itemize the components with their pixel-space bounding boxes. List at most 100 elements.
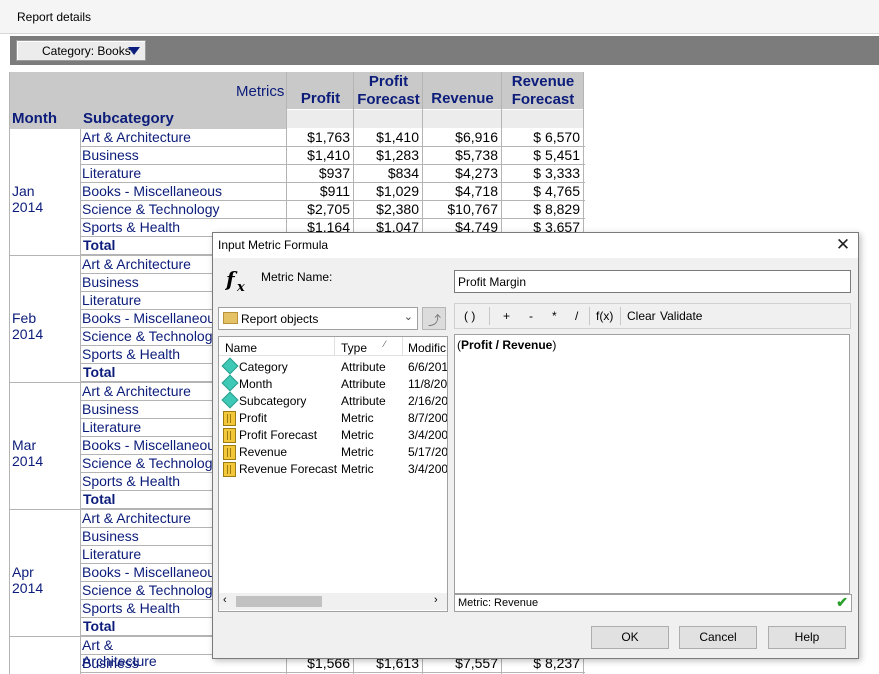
metric-value-cell: $ 5,451: [533, 147, 580, 163]
svg-text:x: x: [236, 280, 245, 294]
subcategory-cell: Science & Technology: [82, 328, 220, 344]
total-cell: Total: [83, 491, 116, 507]
subcategory-cell: Business: [82, 655, 139, 671]
formula-toolbar: ( ) + - * / f(x) Clear Validate: [454, 303, 851, 329]
metric-value-cell: $4,273: [455, 165, 498, 181]
metric-name-input[interactable]: Profit Margin: [454, 270, 851, 293]
list-item-type: Attribute: [341, 360, 386, 374]
column-name-header[interactable]: Name: [225, 341, 257, 355]
minus-button[interactable]: -: [529, 309, 533, 323]
subcategory-cell: Art & Architecture: [82, 129, 191, 145]
list-item[interactable]: Profit Metric 8/7/200: [219, 410, 447, 427]
subcategory-cell: Books - Miscellaneous: [82, 183, 223, 199]
scrollbar-thumb[interactable]: [236, 596, 322, 607]
metric-value-cell: $6,916: [455, 129, 498, 145]
horizontal-scrollbar[interactable]: ‹ ›: [219, 593, 447, 610]
metric-header-blank: [423, 110, 501, 128]
total-cell: Total: [83, 618, 116, 634]
attribute-icon: [221, 357, 239, 375]
input-metric-formula-dialog: Input Metric Formula ✕ f x Metric Name: …: [212, 232, 859, 659]
list-item-type: Attribute: [341, 377, 386, 391]
metric-value-cell: $ 3,333: [533, 165, 580, 181]
total-cell: Total: [83, 364, 116, 380]
valid-checkmark-icon: ✔: [836, 594, 848, 610]
list-item-type: Metric: [341, 445, 374, 459]
multiply-button[interactable]: *: [552, 309, 557, 323]
attribute-icon: [221, 374, 239, 392]
list-item-name: Revenue: [239, 445, 288, 459]
parentheses-button[interactable]: ( ): [464, 309, 475, 323]
chevron-down-icon[interactable]: ⌄: [404, 310, 413, 323]
clear-button[interactable]: Clear: [627, 309, 656, 323]
metric-column-header[interactable]: Revenue Forecast: [502, 73, 584, 109]
list-item-type: Metric: [341, 462, 374, 476]
scroll-left-icon[interactable]: ‹: [223, 594, 227, 606]
function-button[interactable]: f(x): [596, 309, 613, 323]
category-selector[interactable]: Category: Books: [16, 40, 146, 61]
dialog-titlebar: Input Metric Formula ✕: [213, 233, 858, 258]
metric-header-blank: [502, 110, 583, 128]
list-item-name: Profit: [239, 411, 268, 425]
ok-button[interactable]: OK: [591, 626, 669, 649]
list-item-name: Revenue Forecast: [239, 462, 338, 476]
column-type-header[interactable]: Type: [341, 341, 367, 355]
list-item[interactable]: Profit Forecast Metric 3/4/200: [219, 427, 447, 444]
metric-column-header[interactable]: Profit Forecast: [354, 73, 423, 109]
list-item[interactable]: Revenue Metric 5/17/20: [219, 444, 447, 461]
month-cell: Apr 2014: [12, 564, 44, 596]
close-icon[interactable]: ✕: [834, 235, 852, 255]
metric-value-cell: $ 4,765: [533, 183, 580, 199]
formula-editor[interactable]: (Profit / Revenue): [454, 334, 850, 594]
subcategory-cell: Science & Technology: [82, 582, 220, 598]
subcategory-cell: Business: [82, 401, 139, 417]
help-button[interactable]: Help: [768, 626, 846, 649]
metrics-label: Metrics: [236, 83, 285, 100]
subcategory-cell: Art & Architecture: [82, 510, 191, 526]
report-objects-dropdown[interactable]: Report objects ⌄: [218, 307, 418, 330]
list-item[interactable]: Category Attribute 6/6/201: [219, 357, 447, 376]
list-item-name: Profit Forecast: [239, 428, 318, 442]
metric-icon: [223, 445, 236, 460]
up-folder-button[interactable]: ⤴: [422, 307, 446, 330]
subcategory-cell: Science & Technology: [82, 455, 220, 471]
list-item[interactable]: Subcategory Attribute 2/16/20: [219, 391, 447, 410]
subcategory-cell: Literature: [82, 546, 142, 562]
list-item[interactable]: Month Attribute 11/8/20: [219, 374, 448, 393]
metric-icon: [223, 411, 236, 426]
status-text: Metric: Revenue: [458, 597, 539, 609]
scroll-right-icon[interactable]: ›: [434, 594, 438, 606]
month-header: Month: [12, 110, 57, 127]
subcategory-cell: Literature: [82, 292, 142, 308]
metric-column-header[interactable]: Profit: [287, 90, 354, 108]
column-modified-header[interactable]: Modific: [408, 341, 446, 355]
toolbar-separator: [620, 307, 621, 325]
category-selector-label: Category: Books: [42, 44, 131, 58]
divide-button[interactable]: /: [575, 309, 578, 323]
subcategory-cell: Literature: [82, 419, 142, 435]
month-cell: Jan 2014: [12, 183, 44, 215]
list-item-name: Category: [239, 360, 288, 374]
list-item[interactable]: Revenue Forecast Metric 3/4/200: [219, 461, 447, 478]
metric-value-cell: $1,283: [376, 147, 419, 163]
subcategory-cell: Sports & Health: [82, 600, 181, 616]
subcategory-cell: Business: [82, 528, 139, 544]
validate-button[interactable]: Validate: [660, 309, 702, 323]
plus-button[interactable]: +: [503, 309, 510, 323]
list-item-modified: 11/8/20: [408, 377, 448, 391]
metric-header-blank: [287, 110, 353, 128]
metric-icon: [223, 428, 236, 443]
dropdown-arrow-icon[interactable]: [128, 47, 140, 55]
subcategory-cell: Books - Miscellaneous: [82, 437, 223, 453]
month-cell: Mar 2014: [12, 437, 44, 469]
subcategory-cell: Business: [82, 274, 139, 290]
status-bar: Metric: Revenue ✔: [454, 594, 852, 612]
metric-value-cell: $1,029: [376, 183, 419, 199]
cancel-button[interactable]: Cancel: [679, 626, 757, 649]
list-item-name: Month: [239, 377, 273, 391]
metric-value-cell: $1,410: [376, 129, 419, 145]
subcategory-cell: Sports & Health: [82, 219, 181, 235]
metric-column-header[interactable]: Revenue: [423, 90, 502, 108]
list-item-name: Subcategory: [239, 394, 307, 408]
toolbar-separator: [589, 307, 590, 325]
list-item-modified: 8/7/200: [408, 411, 448, 425]
